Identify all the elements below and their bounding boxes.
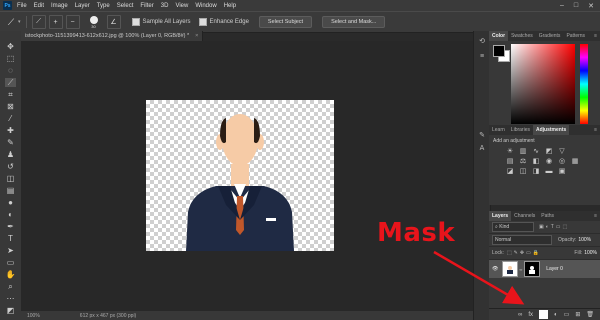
foreground-color-swatch[interactable] (493, 45, 505, 57)
annotation-arrow (433, 250, 525, 305)
